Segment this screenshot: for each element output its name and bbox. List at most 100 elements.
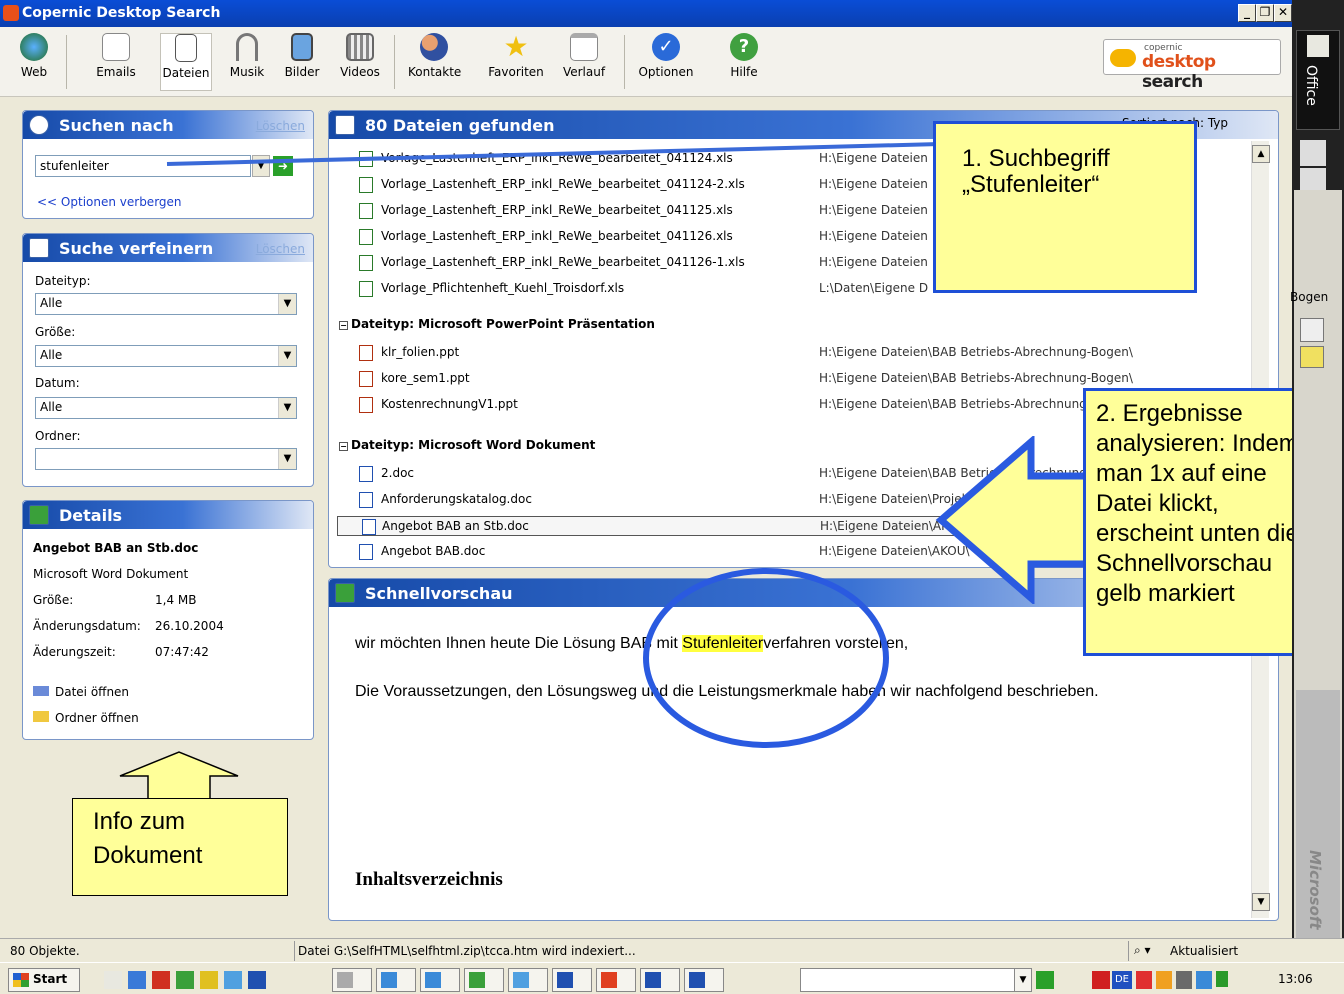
result-path: H:\Eigene Dateien <box>819 203 928 217</box>
globe-icon <box>20 33 48 61</box>
app-icon <box>513 972 529 988</box>
quick-launch-icon[interactable] <box>176 971 194 989</box>
details-panel-header: Details <box>23 501 313 529</box>
office-app-icon[interactable] <box>1300 318 1324 342</box>
modified-time-label: Äderungszeit: <box>33 645 116 659</box>
bilder-button[interactable]: Bilder <box>276 33 328 79</box>
date-select[interactable]: Alle ▼ <box>35 397 297 419</box>
file-icon <box>359 544 373 560</box>
calendar-icon <box>570 33 598 61</box>
contacts-icon <box>420 33 448 61</box>
quick-launch-icon[interactable] <box>104 971 122 989</box>
search-clear-link[interactable]: Löschen <box>256 119 305 133</box>
app-icon <box>469 972 485 988</box>
quick-launch-icon[interactable] <box>200 971 218 989</box>
favoriten-button[interactable]: ★ Favoriten <box>486 30 546 80</box>
result-filename: KostenrechnungV1.ppt <box>381 397 518 411</box>
picture-icon <box>291 33 313 61</box>
refine-clear-link[interactable]: Löschen <box>256 242 305 256</box>
maximize-button[interactable]: ❐ <box>1256 4 1274 22</box>
taskbar-window-button[interactable] <box>596 968 636 992</box>
start-button[interactable]: Start <box>8 968 80 992</box>
taskbar-window-button[interactable] <box>684 968 724 992</box>
quick-launch-icon[interactable] <box>248 971 266 989</box>
taskbar-window-button[interactable] <box>332 968 372 992</box>
microsoft-label: Microsoft <box>1306 850 1324 930</box>
office-app-icon[interactable] <box>1300 140 1326 166</box>
copernic-logo-icon <box>1110 49 1136 67</box>
dateien-button[interactable]: Dateien <box>160 33 212 91</box>
result-filename: 2.doc <box>381 466 415 480</box>
app-icon <box>557 972 573 988</box>
verlauf-button[interactable]: Verlauf <box>558 33 610 79</box>
close-button[interactable]: ✕ <box>1274 4 1292 22</box>
tray-icon[interactable] <box>1216 971 1228 987</box>
emails-button[interactable]: Emails <box>90 33 142 79</box>
office-icon[interactable] <box>1307 35 1329 57</box>
star-icon: ★ <box>503 30 529 63</box>
chevron-down-icon[interactable]: ▼ <box>1014 968 1032 992</box>
scroll-down-button[interactable]: ▼ <box>1252 893 1270 911</box>
quick-launch-icon[interactable] <box>152 971 170 989</box>
hilfe-button[interactable]: ? Hilfe <box>718 33 770 79</box>
details-filetype: Microsoft Word Dokument <box>33 567 189 581</box>
result-path: L:\Daten\Eigene D <box>819 281 929 295</box>
copernic-logo: copernic desktop search <box>1103 39 1281 92</box>
group-header-doc[interactable]: − Dateityp: Microsoft Word Dokument <box>339 438 595 452</box>
app-icon <box>601 972 617 988</box>
result-path: H:\Eigene Dateien\BAB Betriebs-Abrechnun… <box>819 345 1133 359</box>
result-row[interactable]: kore_sem1.ppt H:\Eigene Dateien\BAB Betri… <box>359 369 1239 389</box>
tray-icon[interactable] <box>1196 971 1212 989</box>
web-button[interactable]: Web <box>8 33 60 79</box>
tray-icon[interactable] <box>1176 971 1192 989</box>
tray-icon[interactable] <box>1136 971 1152 989</box>
tray-icon[interactable] <box>1092 971 1110 989</box>
taskbar-window-button[interactable] <box>640 968 680 992</box>
document-icon <box>335 115 355 135</box>
minimize-button[interactable]: _ <box>1238 4 1256 22</box>
windows-logo-icon <box>13 973 29 987</box>
open-folder-link[interactable]: Ordner öffnen <box>33 711 139 725</box>
group-header-ppt[interactable]: − Dateityp: Microsoft PowerPoint Präsenta… <box>339 317 655 331</box>
tray-icon[interactable] <box>1156 971 1172 989</box>
document-plus-icon <box>335 583 355 603</box>
office-label: Office <box>1303 65 1319 106</box>
taskbar-window-button[interactable] <box>508 968 548 992</box>
hide-options-link[interactable]: << Optionen verbergen <box>37 195 182 209</box>
taskbar-window-button[interactable] <box>552 968 592 992</box>
result-filename: Angebot BAB.doc <box>381 544 486 558</box>
taskbar-address-input[interactable] <box>800 968 1030 992</box>
status-count: 80 Objekte. <box>10 944 80 958</box>
language-indicator[interactable]: DE <box>1112 971 1132 989</box>
videos-button[interactable]: Videos <box>334 33 386 79</box>
filetype-select[interactable]: Alle ▼ <box>35 293 297 315</box>
kontakte-button[interactable]: Kontakte <box>408 33 461 79</box>
optionen-button[interactable]: ✓ Optionen <box>636 33 696 79</box>
result-filename: Vorlage_Lastenheft_ERP_inkl_ReWe_bearbei… <box>381 203 733 217</box>
status-updated: Aktualisiert <box>1170 944 1239 958</box>
taskbar-window-button[interactable] <box>464 968 504 992</box>
result-filename: Vorlage_Lastenheft_ERP_inkl_ReWe_bearbei… <box>381 229 733 243</box>
status-bar: 80 Objekte. Datei G:\SelfHTML\selfhtml.z… <box>0 938 1344 962</box>
go-arrow-icon[interactable] <box>1036 971 1054 989</box>
office-app-icon[interactable] <box>1300 168 1326 190</box>
office-app-icon[interactable] <box>1300 346 1324 368</box>
musik-button[interactable]: Musik <box>221 33 273 79</box>
file-icon <box>359 255 373 271</box>
toolbar-separator <box>394 35 395 89</box>
chevron-down-icon: ▼ <box>278 449 296 469</box>
preview-heading: Inhaltsverzeichnis <box>355 869 503 890</box>
size-select[interactable]: Alle ▼ <box>35 345 297 367</box>
taskbar-window-button[interactable] <box>376 968 416 992</box>
result-row[interactable]: klr_folien.ppt H:\Eigene Dateien\BAB Betr… <box>359 343 1239 363</box>
quick-launch-icon[interactable] <box>224 971 242 989</box>
search-status-icon[interactable]: ⌕ ▾ <box>1134 943 1151 958</box>
taskbar-window-button[interactable] <box>420 968 460 992</box>
envelope-icon <box>102 33 130 61</box>
quick-launch-icon[interactable] <box>128 971 146 989</box>
date-label: Datum: <box>35 376 80 390</box>
folder-select[interactable]: ▼ <box>35 448 297 470</box>
scroll-up-button[interactable]: ▲ <box>1252 145 1270 163</box>
refine-panel: Suche verfeinern Löschen Dateityp: Alle ▼… <box>22 233 314 487</box>
open-file-link[interactable]: Datei öffnen <box>33 685 129 699</box>
